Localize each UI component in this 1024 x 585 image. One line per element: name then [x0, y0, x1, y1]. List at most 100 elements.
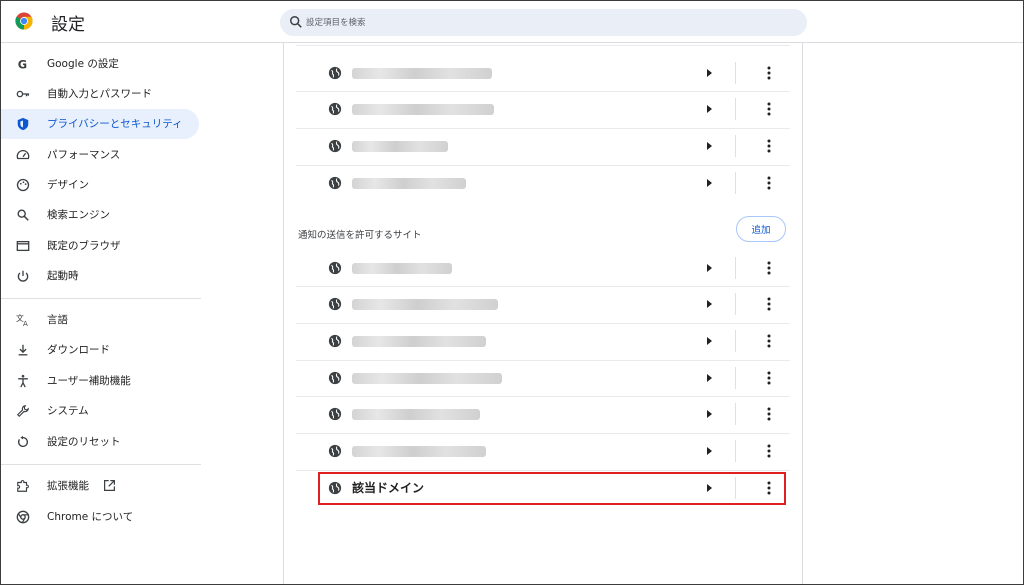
search-icon — [17, 209, 29, 221]
row-divider — [296, 286, 790, 287]
sidebar-item-label: デザイン — [47, 179, 89, 191]
vertical-separator — [735, 62, 736, 84]
sidebar-item-google[interactable]: G Google の設定 — [1, 49, 199, 79]
more-vert-icon[interactable] — [761, 101, 777, 117]
blurred-site-name — [352, 409, 480, 420]
more-vert-icon[interactable] — [761, 406, 777, 422]
vertical-separator — [735, 330, 736, 352]
globe-icon — [328, 444, 342, 458]
sidebar-item-on-startup[interactable]: 起動時 — [1, 261, 199, 291]
sidebar-item-reset[interactable]: 設定のリセット — [1, 427, 199, 457]
site-row[interactable] — [284, 55, 802, 91]
site-row[interactable] — [284, 433, 802, 469]
sidebar-item-privacy[interactable]: プライバシーとセキュリティ — [1, 109, 199, 139]
sidebar-item-performance[interactable]: パフォーマンス — [1, 140, 199, 170]
site-row[interactable] — [284, 286, 802, 322]
sidebar-item-downloads[interactable]: ダウンロード — [1, 335, 199, 365]
more-vert-icon[interactable] — [761, 175, 777, 191]
search-icon — [290, 16, 302, 28]
sidebar-item-label: 検索エンジン — [47, 209, 110, 221]
more-vert-icon[interactable] — [761, 260, 777, 276]
power-icon — [17, 270, 29, 282]
sidebar-item-label: プライバシーとセキュリティ — [47, 118, 183, 130]
globe-icon — [328, 297, 342, 311]
globe-icon — [328, 102, 342, 116]
sidebar-item-accessibility[interactable]: ユーザー補助機能 — [1, 366, 199, 396]
translate-icon: 文A — [16, 313, 28, 327]
vertical-separator — [735, 440, 736, 462]
sidebar-item-autofill[interactable]: 自動入力とパスワード — [1, 79, 199, 109]
sidebar-divider — [1, 464, 201, 465]
site-row[interactable] — [284, 396, 802, 432]
open-in-new-icon — [104, 480, 115, 491]
blurred-site-name — [352, 104, 494, 115]
globe-icon — [328, 334, 342, 348]
sidebar-item-system[interactable]: システム — [1, 396, 199, 426]
sidebar-item-appearance[interactable]: デザイン — [1, 170, 199, 200]
arrow-right-icon[interactable] — [704, 372, 714, 384]
sidebar-item-label: 言語 — [47, 314, 68, 326]
shield-icon — [17, 117, 29, 131]
arrow-right-icon[interactable] — [704, 408, 714, 420]
page-title: 設定 — [51, 15, 85, 35]
arrow-right-icon[interactable] — [704, 298, 714, 310]
globe-icon — [328, 371, 342, 385]
arrow-right-icon[interactable] — [704, 67, 714, 79]
arrow-right-icon[interactable] — [704, 445, 714, 457]
site-row[interactable] — [284, 91, 802, 127]
sidebar-item-label: システム — [47, 405, 89, 417]
svg-text:G: G — [18, 57, 27, 71]
site-row[interactable] — [284, 360, 802, 396]
row-divider — [296, 396, 790, 397]
vertical-separator — [735, 135, 736, 157]
more-vert-icon[interactable] — [761, 443, 777, 459]
sidebar-item-label: 起動時 — [47, 270, 79, 282]
site-row[interactable] — [284, 128, 802, 164]
more-vert-icon[interactable] — [761, 65, 777, 81]
sidebar-item-label: パフォーマンス — [47, 149, 121, 161]
row-divider — [296, 360, 790, 361]
sidebar-item-extensions[interactable]: 拡張機能 — [1, 471, 199, 501]
accessibility-icon — [18, 374, 28, 388]
chrome-icon — [16, 510, 30, 524]
more-vert-icon[interactable] — [761, 296, 777, 312]
arrow-right-icon[interactable] — [704, 140, 714, 152]
globe-icon — [328, 261, 342, 275]
chrome-logo-icon — [15, 12, 33, 30]
sidebar-item-languages[interactable]: 文A 言語 — [1, 305, 199, 335]
sidebar-item-default-browser[interactable]: 既定のブラウザ — [1, 231, 199, 261]
wrench-icon — [16, 405, 29, 418]
sidebar-divider — [1, 298, 201, 299]
blurred-site-name — [352, 178, 466, 189]
search-box[interactable] — [280, 9, 807, 36]
key-icon — [16, 90, 30, 98]
more-vert-icon[interactable] — [761, 370, 777, 386]
arrow-right-icon[interactable] — [704, 177, 714, 189]
speedometer-icon — [16, 149, 30, 160]
sidebar-item-about-chrome[interactable]: Chrome について — [1, 502, 199, 532]
site-row[interactable] — [284, 250, 802, 286]
arrow-right-icon[interactable] — [704, 335, 714, 347]
sidebar: G Google の設定 自動入力とパスワード プライバシーとセキュリティ パフ… — [1, 43, 211, 583]
sidebar-item-label: 自動入力とパスワード — [47, 88, 152, 100]
top-bar: 設定 — [1, 1, 1023, 43]
arrow-right-icon[interactable] — [704, 262, 714, 274]
highlight-box — [318, 472, 786, 505]
add-button[interactable]: 追加 — [736, 216, 786, 242]
more-vert-icon[interactable] — [761, 333, 777, 349]
arrow-right-icon[interactable] — [704, 103, 714, 115]
more-vert-icon[interactable] — [761, 138, 777, 154]
sidebar-item-label: Chrome について — [47, 511, 134, 523]
blurred-site-name — [352, 446, 486, 457]
blurred-site-name — [352, 68, 492, 79]
svg-text:A: A — [23, 320, 28, 327]
site-row[interactable] — [284, 323, 802, 359]
sidebar-item-search-engine[interactable]: 検索エンジン — [1, 200, 199, 230]
globe-icon — [328, 139, 342, 153]
search-input[interactable] — [306, 9, 796, 36]
row-divider — [296, 91, 790, 92]
sidebar-item-label: Google の設定 — [47, 58, 119, 70]
puzzle-icon — [17, 480, 29, 492]
site-row[interactable] — [284, 165, 802, 201]
row-divider — [296, 165, 790, 166]
